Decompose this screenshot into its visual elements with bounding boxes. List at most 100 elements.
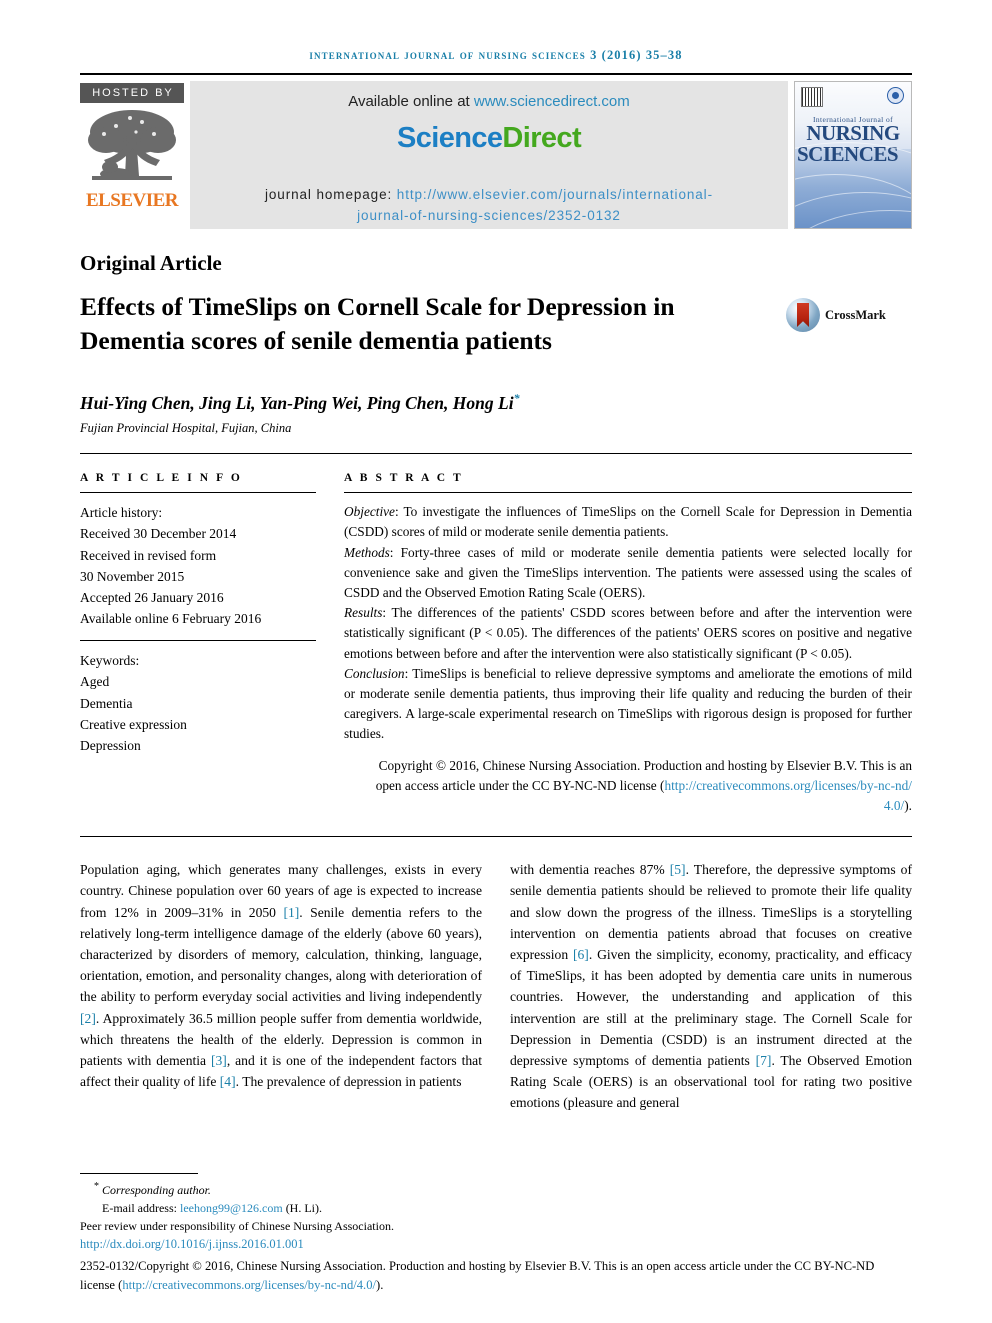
citation-ref[interactable]: [1] — [283, 905, 299, 920]
keyword-item: Dementia — [80, 695, 133, 711]
page-footer: * Corresponding author. E-mail address: … — [80, 1173, 912, 1295]
available-online-line: Available online at www.sciencedirect.co… — [348, 93, 630, 110]
hosted-by-badge: HOSTED BY — [80, 83, 184, 103]
body-paragraph: with dementia reaches 87% [5]. Therefore… — [510, 859, 912, 1113]
body-left-column: Population aging, which generates many c… — [80, 859, 482, 1113]
keyword-item: Creative expression — [80, 716, 187, 732]
citation-ref[interactable]: [7] — [756, 1053, 772, 1068]
affiliation: Fujian Provincial Hospital, Fujian, Chin… — [80, 421, 292, 436]
abstract-objective: Objective: To investigate the influences… — [344, 502, 912, 542]
citation-ref[interactable]: [4] — [220, 1074, 236, 1089]
abstract-column: A B S T R A C T Objective: To investigat… — [344, 472, 912, 816]
body-text: with dementia reaches 87% — [510, 862, 670, 878]
footnote-rule — [80, 1173, 198, 1175]
footnote-email: E-mail address: leehong99@126.com (H. Li… — [80, 1199, 912, 1217]
footer-license-close: ). — [376, 1278, 384, 1293]
abstract-methods-label: Methods — [344, 544, 390, 560]
article-info-column: A R T I C L E I N F O Article history: R… — [80, 472, 316, 816]
page-title: Effects of TimeSlips on Cornell Scale fo… — [80, 292, 675, 355]
abstract-results-text: : The differences of the patients' CSDD … — [344, 605, 912, 661]
article-type: Original Article — [80, 251, 222, 275]
head-divider — [80, 453, 912, 455]
email-link[interactable]: leehong99@126.com — [180, 1201, 283, 1215]
author-list: Hui-Ying Chen, Jing Li, Yan-Ping Wei, Pi… — [80, 391, 912, 414]
abstract-license-link[interactable]: http://creativecommons.org/licenses/by-n… — [664, 778, 912, 813]
crossmark-icon — [786, 298, 820, 332]
abstract-objective-label: Objective — [344, 504, 395, 520]
available-online-label: Available online at — [348, 93, 470, 110]
article-info-rule — [80, 492, 316, 494]
abstract-conclusion-text: : TimeSlips is beneficial to relieve dep… — [344, 665, 912, 742]
article-history-item: Received in revised form — [80, 547, 217, 563]
corresponding-author-marker[interactable]: * — [514, 391, 520, 405]
author-names: Hui-Ying Chen, Jing Li, Yan-Ping Wei, Pi… — [80, 393, 514, 414]
citation-ref[interactable]: [6] — [573, 947, 589, 962]
cover-title-nursing: NURSING — [806, 121, 900, 145]
abstract-copyright-close: ). — [904, 797, 912, 813]
email-label: E-mail address: — [102, 1201, 177, 1216]
journal-homepage-line: journal homepage: http://www.elsevier.co… — [265, 185, 713, 227]
sciencedirect-link[interactable]: www.sciencedirect.com — [474, 93, 630, 110]
abstract-rule — [344, 492, 912, 494]
journal-homepage-url-line1[interactable]: http://www.elsevier.com/journals/interna… — [397, 187, 713, 202]
journal-homepage-label: journal homepage: — [265, 187, 393, 202]
title-row: Effects of TimeSlips on Cornell Scale fo… — [80, 290, 912, 357]
seal-icon — [887, 87, 904, 104]
sciencedirect-panel: Available online at www.sciencedirect.co… — [190, 81, 788, 229]
body-paragraph: Population aging, which generates many c… — [80, 859, 482, 1092]
email-suffix: (H. Li). — [285, 1201, 323, 1216]
citation-ref[interactable]: [5] — [670, 862, 686, 877]
keyword-item: Aged — [80, 674, 110, 690]
article-history-label: Article history: — [80, 505, 163, 521]
crossmark-badge[interactable]: CrossMark — [786, 298, 886, 332]
header-rule — [80, 73, 912, 75]
footnote-corresponding: * Corresponding author. — [80, 1179, 912, 1199]
sciencedirect-logo-direct: Direct — [502, 122, 582, 154]
abstract-copyright: Copyright © 2016, Chinese Nursing Associ… — [344, 756, 912, 817]
footer-license-link[interactable]: http://creativecommons.org/licenses/by-n… — [122, 1278, 376, 1292]
keyword-item: Depression — [80, 738, 141, 754]
keywords-rule — [80, 640, 316, 642]
journal-cover-image: International Journal of NURSING SCIENCE… — [794, 81, 912, 229]
abstract-conclusion-label: Conclusion — [344, 665, 405, 681]
footnote-marker: * — [94, 1181, 99, 1193]
body-columns: Population aging, which generates many c… — [80, 859, 912, 1113]
sciencedirect-logo: ScienceDirect — [396, 122, 582, 155]
keywords-label: Keywords: — [80, 653, 140, 669]
abstract-conclusion: Conclusion: TimeSlips is beneficial to r… — [344, 664, 912, 745]
hosted-by-block: HOSTED BY ELSEVIER — [80, 81, 184, 229]
doi-link[interactable]: http://dx.doi.org/10.1016/j.ijnss.2016.0… — [80, 1235, 912, 1254]
abstract-methods: Methods: Forty-three cases of mild or mo… — [344, 543, 912, 604]
footnote-block: * Corresponding author. E-mail address: … — [80, 1179, 912, 1254]
journal-masthead: HOSTED BY ELSEVIER Available online at w… — [80, 81, 912, 229]
sciencedirect-logo-science: Science — [396, 122, 503, 154]
article-info-heading: A R T I C L E I N F O — [80, 472, 243, 485]
article-history-item: Received 30 December 2014 — [80, 526, 237, 542]
abstract-results: Results: The differences of the patients… — [344, 603, 912, 664]
footer-license: 2352-0132/Copyright © 2016, Chinese Nurs… — [80, 1257, 912, 1295]
footnote-corresponding-text: Corresponding author. — [102, 1183, 211, 1198]
article-history-item: Accepted 26 January 2016 — [80, 589, 224, 605]
abstract-methods-text: : Forty-three cases of mild or moderate … — [344, 544, 912, 600]
abstract-heading: A B S T R A C T — [344, 472, 464, 485]
abstract-results-label: Results — [344, 605, 383, 621]
barcode-icon — [801, 87, 823, 107]
info-abstract-section: A R T I C L E I N F O Article history: R… — [80, 472, 912, 816]
footnote-peer-review: Peer review under responsibility of Chin… — [80, 1219, 394, 1234]
article-history-item: 30 November 2015 — [80, 568, 185, 584]
elsevier-wordmark: ELSEVIER — [85, 190, 179, 211]
article-page: International Journal of Nursing Science… — [0, 0, 992, 1323]
citation-ref[interactable]: [2] — [80, 1011, 96, 1026]
citation-ref[interactable]: [3] — [211, 1053, 227, 1068]
body-right-column: with dementia reaches 87% [5]. Therefore… — [510, 859, 912, 1113]
body-text: . The prevalence of depression in patien… — [235, 1074, 462, 1090]
abstract-objective-text: : To investigate the influences of TimeS… — [344, 504, 912, 540]
journal-homepage-url-line2[interactable]: journal-of-nursing-sciences/2352-0132 — [357, 208, 621, 223]
running-head: International Journal of Nursing Science… — [309, 48, 683, 62]
abstract-divider — [80, 836, 912, 838]
elsevier-tree-icon — [86, 106, 178, 189]
article-history-item: Available online 6 February 2016 — [80, 611, 262, 627]
crossmark-label: CrossMark — [825, 307, 886, 322]
body-text: . Given the simplicity, economy, practic… — [510, 947, 912, 1069]
cover-arc-4 — [795, 142, 911, 228]
